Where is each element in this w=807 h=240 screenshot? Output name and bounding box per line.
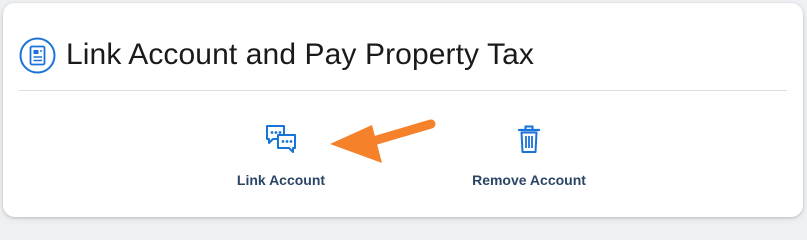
link-account-label: Link Account [236,172,326,188]
trash-icon [515,121,543,157]
card-header: Link Account and Pay Property Tax [19,33,534,77]
page-title: Link Account and Pay Property Tax [66,38,535,71]
remove-account-label: Remove Account [472,172,586,188]
chat-bubbles-icon [264,121,298,157]
document-icon [19,37,56,74]
arrow-icon [330,119,436,163]
header-divider [19,90,787,91]
property-tax-card: Link Account and Pay Property Tax Link A… [3,3,803,217]
link-account-button[interactable]: Link Account [229,121,333,188]
remove-account-button[interactable]: Remove Account [465,121,593,188]
